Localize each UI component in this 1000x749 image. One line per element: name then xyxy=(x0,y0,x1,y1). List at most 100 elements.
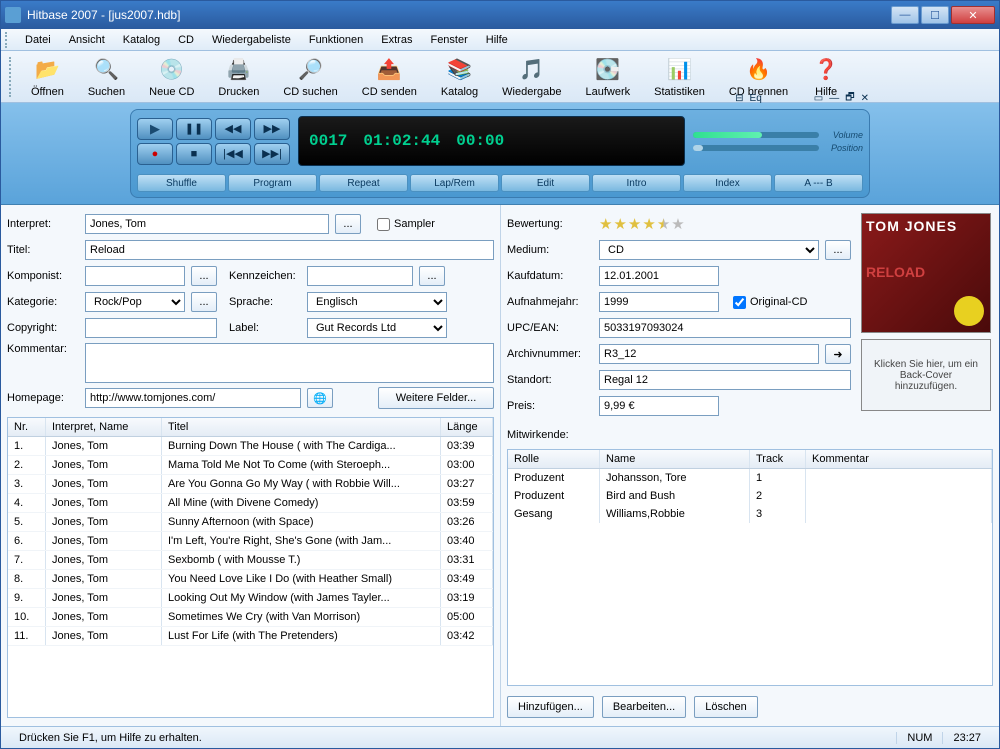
track-row[interactable]: 10.Jones, TomSometimes We Cry (with Van … xyxy=(8,608,493,627)
interpret-browse-button[interactable]: ... xyxy=(335,214,361,234)
player-dock-icon[interactable]: ▭ xyxy=(814,93,823,104)
col-len[interactable]: Länge xyxy=(441,418,493,436)
pause-button[interactable]: ❚❚ xyxy=(176,118,212,140)
interpret-input[interactable] xyxy=(85,214,329,234)
menu-wiedergabeliste[interactable]: Wiedergabeliste xyxy=(204,31,299,49)
next-track-button[interactable]: ▶▶| xyxy=(254,143,290,165)
preis-input[interactable] xyxy=(599,396,719,416)
track-row[interactable]: 9.Jones, TomLooking Out My Window (with … xyxy=(8,589,493,608)
track-row[interactable]: 8.Jones, TomYou Need Love Like I Do (wit… xyxy=(8,570,493,589)
menu-extras[interactable]: Extras xyxy=(373,31,420,49)
mode-shuffle[interactable]: Shuffle xyxy=(137,174,226,192)
komponist-browse-button[interactable]: ... xyxy=(191,266,217,286)
player-eq-icon[interactable]: Eq xyxy=(750,93,762,104)
mode-lap-rem[interactable]: Lap/Rem xyxy=(410,174,499,192)
mode-edit[interactable]: Edit xyxy=(501,174,590,192)
archiv-go-button[interactable]: ➜ xyxy=(825,344,851,364)
track-row[interactable]: 2.Jones, TomMama Told Me Not To Come (wi… xyxy=(8,456,493,475)
close-button[interactable]: ✕ xyxy=(951,6,995,24)
titel-input[interactable] xyxy=(85,240,494,260)
menu-hilfe[interactable]: Hilfe xyxy=(478,31,516,49)
participant-delete-button[interactable]: Löschen xyxy=(694,696,758,718)
rating-stars[interactable]: ★★★★★★ xyxy=(599,215,685,233)
label-select[interactable]: Gut Records Ltd xyxy=(307,318,447,338)
back-cover-placeholder[interactable]: Klicken Sie hier, um ein Back-Cover hinz… xyxy=(861,339,991,411)
stop-button[interactable]: ■ xyxy=(176,143,212,165)
aufnahmejahr-input[interactable] xyxy=(599,292,719,312)
menu-funktionen[interactable]: Funktionen xyxy=(301,31,371,49)
toolbar-cd-senden[interactable]: 📤CD senden xyxy=(362,56,417,98)
track-row[interactable]: 1.Jones, TomBurning Down The House ( wit… xyxy=(8,437,493,456)
kennzeichen-browse-button[interactable]: ... xyxy=(419,266,445,286)
album-cover[interactable]: TOM JONES RELOAD xyxy=(861,213,991,333)
mode-index[interactable]: Index xyxy=(683,174,772,192)
participant-row[interactable]: ProduzentJohansson, Tore1 xyxy=(508,469,992,487)
standort-input[interactable] xyxy=(599,370,851,390)
toolbar-öffnen[interactable]: 📂Öffnen xyxy=(31,56,64,98)
participant-edit-button[interactable]: Bearbeiten... xyxy=(602,696,686,718)
col-artist[interactable]: Interpret, Name xyxy=(46,418,162,436)
record-button[interactable]: ● xyxy=(137,143,173,165)
rewind-button[interactable]: ◀◀ xyxy=(215,118,251,140)
medium-select[interactable]: CD xyxy=(599,240,819,260)
pcol-name[interactable]: Name xyxy=(600,450,750,468)
position-slider[interactable] xyxy=(693,145,819,151)
track-row[interactable]: 3.Jones, TomAre You Gonna Go My Way ( wi… xyxy=(8,475,493,494)
toolbar-neue-cd[interactable]: 💿Neue CD xyxy=(149,56,194,98)
toolbar-laufwerk[interactable]: 💽Laufwerk xyxy=(585,56,630,98)
toolbar-katalog[interactable]: 📚Katalog xyxy=(441,56,478,98)
homepage-input[interactable] xyxy=(85,388,301,408)
toolbar-cd-suchen[interactable]: 🔎CD suchen xyxy=(283,56,337,98)
menu-katalog[interactable]: Katalog xyxy=(115,31,168,49)
kaufdatum-input[interactable] xyxy=(599,266,719,286)
kennzeichen-input[interactable] xyxy=(307,266,413,286)
mode-intro[interactable]: Intro xyxy=(592,174,681,192)
track-row[interactable]: 4.Jones, TomAll Mine (with Divene Comedy… xyxy=(8,494,493,513)
track-row[interactable]: 11.Jones, TomLust For Life (with The Pre… xyxy=(8,627,493,646)
sprache-select[interactable]: Englisch xyxy=(307,292,447,312)
kategorie-browse-button[interactable]: ... xyxy=(191,292,217,312)
minimize-button[interactable]: — xyxy=(891,6,919,24)
player-window-icon[interactable]: 🗗 xyxy=(845,90,854,107)
participant-row[interactable]: GesangWilliams,Robbie3 xyxy=(508,505,992,523)
toolbar-drucken[interactable]: 🖨️Drucken xyxy=(218,56,259,98)
mode-a-b[interactable]: A --- B xyxy=(774,174,863,192)
weitere-felder-button[interactable]: Weitere Felder... xyxy=(378,387,494,409)
upc-input[interactable] xyxy=(599,318,851,338)
player-min-icon[interactable]: — xyxy=(829,93,839,104)
play-button[interactable]: ▶ xyxy=(137,118,173,140)
menu-cd[interactable]: CD xyxy=(170,31,202,49)
toolbar-wiedergabe[interactable]: 🎵Wiedergabe xyxy=(502,56,561,98)
volume-slider[interactable] xyxy=(693,132,819,138)
player-close-icon[interactable]: ✕ xyxy=(861,93,869,104)
maximize-button[interactable]: ☐ xyxy=(921,6,949,24)
track-row[interactable]: 7.Jones, TomSexbomb ( with Mousse T.)03:… xyxy=(8,551,493,570)
pcol-track[interactable]: Track xyxy=(750,450,806,468)
homepage-go-button[interactable]: 🌐 xyxy=(307,388,333,408)
archiv-input[interactable] xyxy=(599,344,819,364)
original-cd-checkbox[interactable] xyxy=(733,296,746,309)
track-row[interactable]: 5.Jones, TomSunny Afternoon (with Space)… xyxy=(8,513,493,532)
komponist-input[interactable] xyxy=(85,266,185,286)
track-row[interactable]: 6.Jones, TomI'm Left, You're Right, She'… xyxy=(8,532,493,551)
menu-fenster[interactable]: Fenster xyxy=(422,31,475,49)
copyright-input[interactable] xyxy=(85,318,217,338)
col-title[interactable]: Titel xyxy=(162,418,441,436)
sampler-checkbox[interactable] xyxy=(377,218,390,231)
col-nr[interactable]: Nr. xyxy=(8,418,46,436)
participant-row[interactable]: ProduzentBird and Bush2 xyxy=(508,487,992,505)
menu-ansicht[interactable]: Ansicht xyxy=(61,31,113,49)
player-expand-icon[interactable]: ⊟ xyxy=(735,93,743,104)
kommentar-input[interactable] xyxy=(85,343,494,383)
pcol-comment[interactable]: Kommentar xyxy=(806,450,992,468)
prev-track-button[interactable]: |◀◀ xyxy=(215,143,251,165)
toolbar-statistiken[interactable]: 📊Statistiken xyxy=(654,56,705,98)
menu-datei[interactable]: Datei xyxy=(17,31,59,49)
toolbar-suchen[interactable]: 🔍Suchen xyxy=(88,56,125,98)
mode-program[interactable]: Program xyxy=(228,174,317,192)
mode-repeat[interactable]: Repeat xyxy=(319,174,408,192)
kategorie-select[interactable]: Rock/Pop xyxy=(85,292,185,312)
medium-browse-button[interactable]: ... xyxy=(825,240,851,260)
forward-button[interactable]: ▶▶ xyxy=(254,118,290,140)
participant-add-button[interactable]: Hinzufügen... xyxy=(507,696,594,718)
